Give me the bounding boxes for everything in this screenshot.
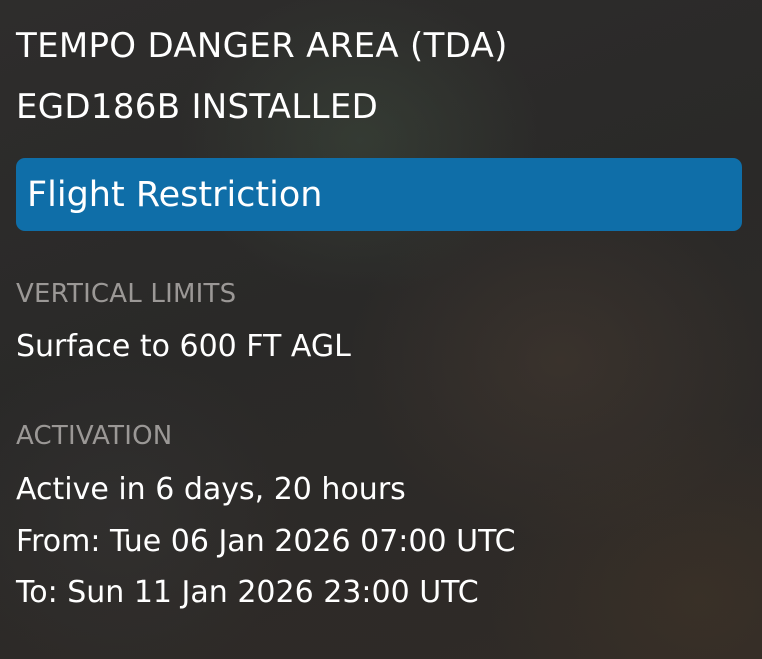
airspace-title-line-2: EGD186B INSTALLED [16,87,379,127]
restriction-type-label: Flight Restriction [27,174,323,215]
restriction-type-banner: Flight Restriction [16,158,742,231]
vertical-limits-value: Surface to 600 FT AGL [16,329,351,364]
airspace-title-line-1: TEMPO DANGER AREA (TDA) [16,26,508,66]
airspace-info-panel: TEMPO DANGER AREA (TDA) EGD186B INSTALLE… [0,0,762,659]
vertical-limits-heading: VERTICAL LIMITS [16,279,237,309]
activation-to-time: To: Sun 11 Jan 2026 23:00 UTC [16,575,479,610]
activation-from-time: From: Tue 06 Jan 2026 07:00 UTC [16,524,516,559]
activation-status: Active in 6 days, 20 hours [16,472,406,507]
activation-heading: ACTIVATION [16,421,173,451]
